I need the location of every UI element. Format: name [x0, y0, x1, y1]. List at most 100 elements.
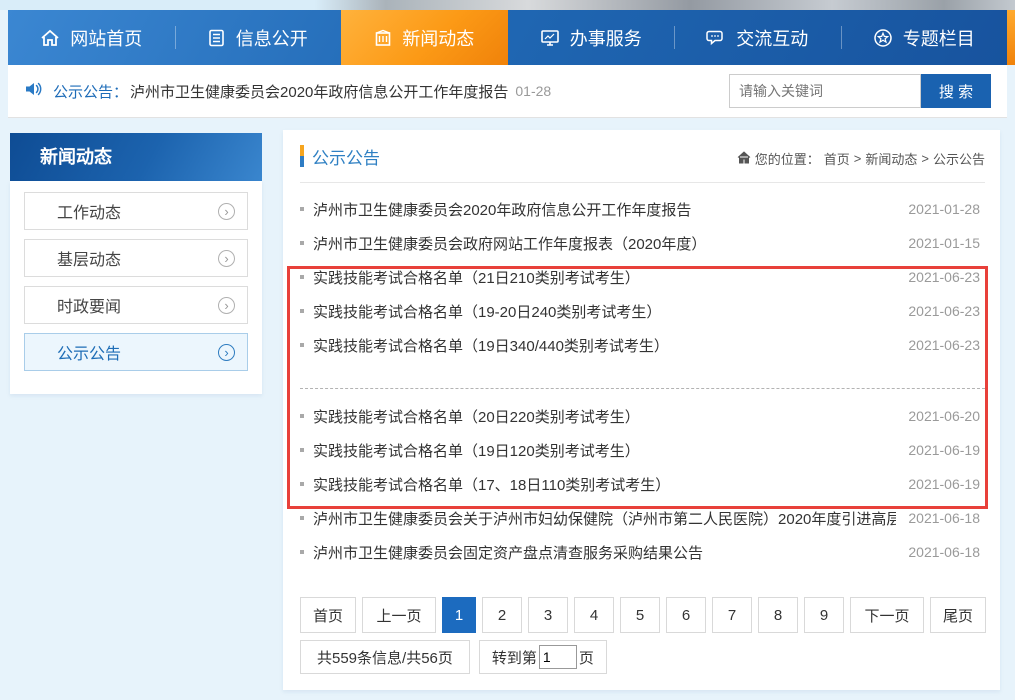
page-number-1[interactable]: 1	[442, 597, 476, 633]
news-date: 2021-06-23	[896, 269, 980, 285]
news-row[interactable]: 泸州市卫生健康委员会关于泸州市妇幼保健院（泸州市第二人民医院）2020年度引进高…	[283, 501, 1000, 535]
sidebar-item-work-news[interactable]: 工作动态 ›	[24, 192, 248, 230]
news-date: 2021-01-15	[896, 235, 980, 251]
search-input[interactable]	[729, 74, 921, 108]
breadcrumb-level2[interactable]: 公示公告	[933, 149, 985, 168]
nav-item-info[interactable]: 信息公开	[175, 10, 342, 65]
announcement-date: 01-28	[515, 83, 551, 99]
nav-item-interact[interactable]: 交流互动	[674, 10, 841, 65]
title-divider	[300, 182, 985, 183]
page-number-5[interactable]: 5	[620, 597, 660, 633]
page-number-8[interactable]: 8	[758, 597, 798, 633]
nav-item-label: 信息公开	[236, 25, 308, 51]
news-title: 实践技能考试合格名单（20日220类别考试考生）	[313, 406, 640, 427]
home-icon	[40, 29, 60, 47]
news-row[interactable]: 实践技能考试合格名单（19-20日240类别考试考生） 2021-06-23	[283, 294, 1000, 328]
news-row[interactable]: 实践技能考试合格名单（20日220类别考试考生） 2021-06-20	[283, 399, 1000, 433]
chat-icon	[706, 29, 726, 47]
page-title: 公示公告	[312, 144, 380, 169]
page-prev-button[interactable]: 上一页	[362, 597, 436, 633]
nav-item-news[interactable]: 新闻动态	[341, 10, 508, 65]
nav-item-label: 交流互动	[736, 25, 808, 51]
circle-arrow-icon: ›	[218, 203, 235, 220]
bullet-icon	[300, 482, 304, 486]
page-number-6[interactable]: 6	[666, 597, 706, 633]
bullet-icon	[300, 207, 304, 211]
page-number-2[interactable]: 2	[482, 597, 522, 633]
bullet-icon	[300, 448, 304, 452]
breadcrumb-home[interactable]: 首页	[824, 149, 850, 168]
circle-arrow-icon: ›	[218, 344, 235, 361]
news-date: 2021-06-19	[896, 442, 980, 458]
monitor-icon	[540, 29, 560, 47]
goto-suffix-label: 页	[579, 647, 594, 668]
news-row[interactable]: 泸州市卫生健康委员会2020年政府信息公开工作年度报告 2021-01-28	[283, 192, 1000, 226]
goto-page-input[interactable]	[539, 645, 577, 669]
news-title: 泸州市卫生健康委员会关于泸州市妇幼保健院（泸州市第二人民医院）2020年度引进高…	[313, 508, 896, 529]
page-first-button[interactable]: 首页	[300, 597, 356, 633]
sidebar-item-grassroots-news[interactable]: 基层动态 ›	[24, 239, 248, 277]
breadcrumb: 您的位置： 首页 > 新闻动态 > 公示公告	[737, 149, 985, 168]
breadcrumb-separator: >	[921, 151, 929, 166]
bullet-icon	[300, 516, 304, 520]
page-number-4[interactable]: 4	[574, 597, 614, 633]
dashed-separator	[300, 362, 985, 389]
sidebar-item-label: 基层动态	[57, 246, 121, 270]
nav-item-topics[interactable]: 专题栏目	[841, 10, 1008, 65]
circle-arrow-icon: ›	[218, 297, 235, 314]
news-row[interactable]: 实践技能考试合格名单（19日120类别考试考生） 2021-06-19	[283, 433, 1000, 467]
nav-edge-accent	[1007, 10, 1015, 65]
section-accent-bar	[300, 145, 304, 167]
bullet-icon	[300, 309, 304, 313]
nav-item-services[interactable]: 办事服务	[508, 10, 675, 65]
page-number-3[interactable]: 3	[528, 597, 568, 633]
main-navbar: 网站首页 信息公开 新闻动态 办事服务 交流互动 专题栏目	[8, 10, 1007, 65]
news-row[interactable]: 泸州市卫生健康委员会固定资产盘点清查服务采购结果公告 2021-06-18	[283, 535, 1000, 569]
news-row[interactable]: 实践技能考试合格名单（19日340/440类别考试考生） 2021-06-23	[283, 328, 1000, 362]
top-banner-sliver	[0, 0, 1015, 10]
announcement-label: 公示公告：	[53, 81, 128, 102]
star-icon	[873, 28, 893, 48]
page-last-button[interactable]: 尾页	[930, 597, 986, 633]
news-row[interactable]: 实践技能考试合格名单（21日210类别考试考生） 2021-06-23	[283, 260, 1000, 294]
document-icon	[208, 29, 226, 47]
nav-item-label: 新闻动态	[402, 25, 474, 51]
nav-item-label: 专题栏目	[903, 25, 975, 51]
news-title: 实践技能考试合格名单（21日210类别考试考生）	[313, 267, 640, 288]
news-title: 实践技能考试合格名单（19-20日240类别考试考生）	[313, 301, 661, 322]
main-content-panel: 公示公告 您的位置： 首页 > 新闻动态 > 公示公告 泸州市卫生健康委员会20…	[283, 130, 1000, 690]
sidebar-item-label: 工作动态	[57, 199, 121, 223]
total-count-label: 共559条信息/共56页	[300, 640, 470, 674]
page-number-7[interactable]: 7	[712, 597, 752, 633]
nav-item-home[interactable]: 网站首页	[8, 10, 175, 65]
goto-page-control: 转到第 页	[479, 640, 607, 674]
bullet-icon	[300, 343, 304, 347]
news-date: 2021-01-28	[896, 201, 980, 217]
news-row[interactable]: 实践技能考试合格名单（17、18日110类别考试考生） 2021-06-19	[283, 467, 1000, 501]
bullet-icon	[300, 241, 304, 245]
news-title: 实践技能考试合格名单（19日120类别考试考生）	[313, 440, 640, 461]
news-title: 泸州市卫生健康委员会固定资产盘点清查服务采购结果公告	[313, 542, 703, 563]
sidebar-item-announcements[interactable]: 公示公告 ›	[24, 333, 248, 371]
news-date: 2021-06-19	[896, 476, 980, 492]
breadcrumb-level1[interactable]: 新闻动态	[865, 149, 917, 168]
building-icon	[374, 29, 392, 47]
search-button[interactable]: 搜 索	[921, 74, 991, 108]
goto-prefix-label: 转到第	[492, 647, 537, 668]
page-next-button[interactable]: 下一页	[850, 597, 924, 633]
sidebar-item-label: 时政要闻	[57, 293, 121, 317]
bullet-icon	[300, 414, 304, 418]
circle-arrow-icon: ›	[218, 250, 235, 267]
news-row[interactable]: 泸州市卫生健康委员会政府网站工作年度报表（2020年度） 2021-01-15	[283, 226, 1000, 260]
news-list: 泸州市卫生健康委员会2020年政府信息公开工作年度报告 2021-01-28 泸…	[283, 192, 1000, 569]
home-icon	[737, 151, 751, 167]
news-date: 2021-06-18	[896, 544, 980, 560]
sidebar-item-politics-news[interactable]: 时政要闻 ›	[24, 286, 248, 324]
search-bar: 搜 索	[729, 74, 991, 108]
announcement-title-link[interactable]: 泸州市卫生健康委员会2020年政府信息公开工作年度报告	[130, 81, 508, 102]
page-number-9[interactable]: 9	[804, 597, 844, 633]
news-date: 2021-06-20	[896, 408, 980, 424]
breadcrumb-prefix: 您的位置：	[755, 149, 820, 168]
news-title: 泸州市卫生健康委员会2020年政府信息公开工作年度报告	[313, 199, 691, 220]
pagination: 首页 上一页 1 2 3 4 5 6 7 8 9 下一页 尾页	[300, 597, 986, 633]
